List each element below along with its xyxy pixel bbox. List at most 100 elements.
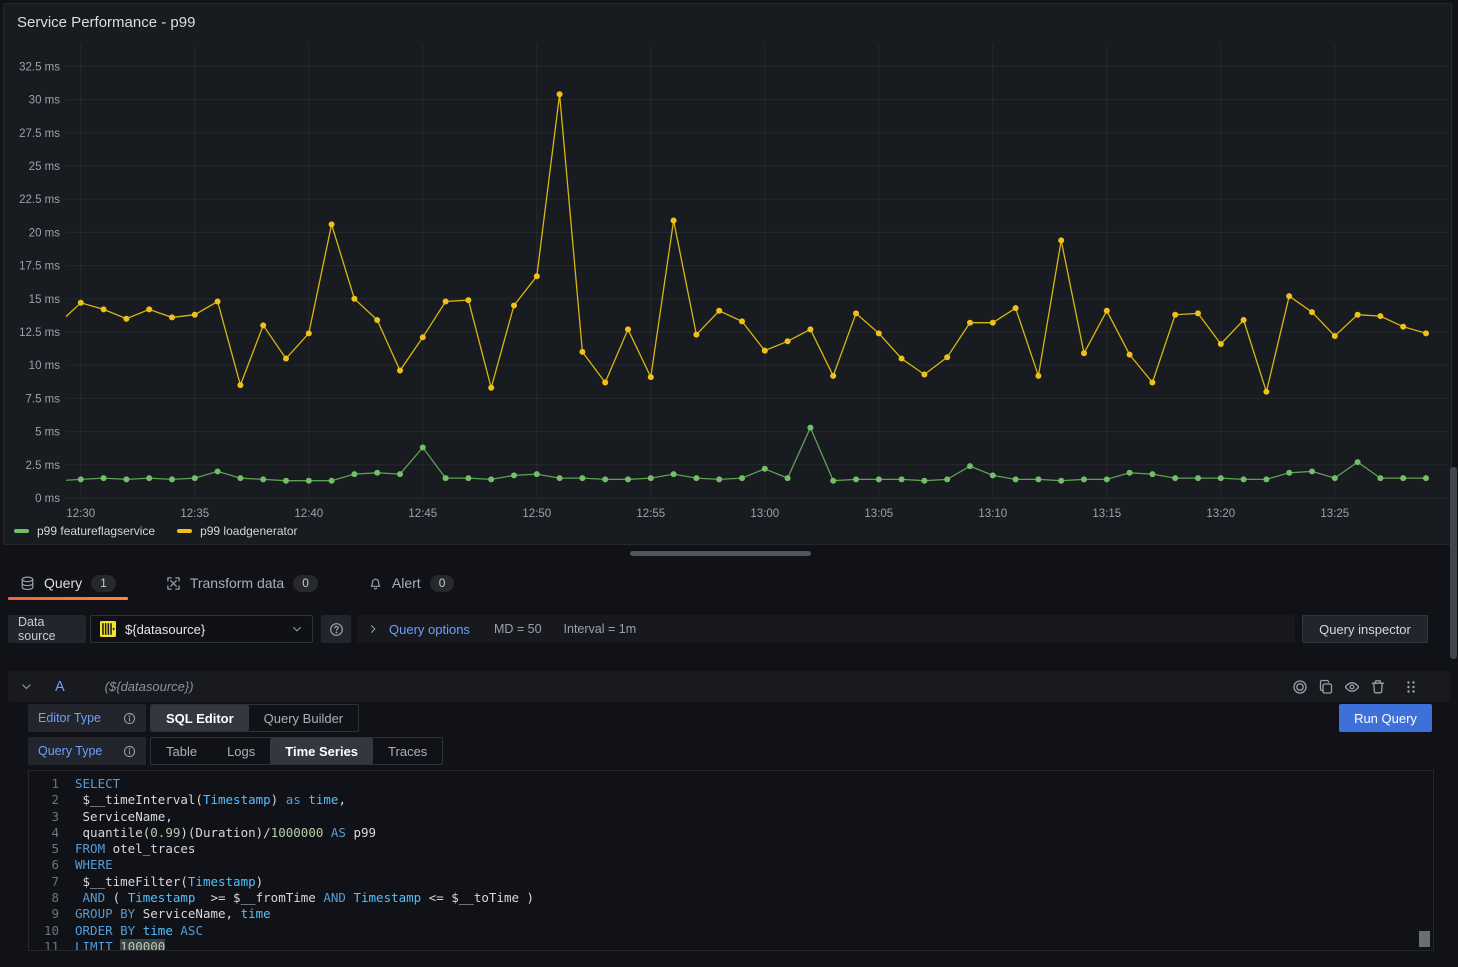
editor-type-sql-editor[interactable]: SQL Editor <box>151 705 249 731</box>
query-options-link[interactable]: Query options <box>389 622 470 637</box>
code-token: Timestamp <box>203 792 271 808</box>
info-circle-icon[interactable] <box>123 745 136 758</box>
code-token: SELECT <box>75 776 120 792</box>
editor-type-label: Editor Type <box>28 704 146 732</box>
hide-query-eye-icon[interactable] <box>1344 679 1360 695</box>
code-token: ) <box>256 874 264 890</box>
code-token: 100000 <box>120 939 165 951</box>
sql-code-editor[interactable]: 1SELECT2 $__timeInterval(Timestamp) as t… <box>28 770 1434 951</box>
line-number: 7 <box>29 874 75 890</box>
code-line: 9GROUP BY ServiceName, time <box>29 906 1433 922</box>
bell-icon <box>368 576 383 591</box>
svg-text:7.5 ms: 7.5 ms <box>25 393 60 405</box>
svg-text:27.5 ms: 27.5 ms <box>19 128 60 140</box>
code-line: 10ORDER BY time ASC <box>29 923 1433 939</box>
drag-handle-icon[interactable] <box>1404 679 1420 695</box>
code-token: )(Duration)/ <box>180 825 270 841</box>
tab-transform-count: 0 <box>293 575 318 592</box>
collapse-chevron-icon[interactable] <box>20 680 33 693</box>
svg-text:10 ms: 10 ms <box>29 360 61 372</box>
svg-text:13:15: 13:15 <box>1092 508 1121 520</box>
code-line: 8 AND ( Timestamp >= $__fromTime AND Tim… <box>29 890 1433 906</box>
legend-item[interactable]: p99 loadgenerator <box>177 524 297 538</box>
delete-query-trash-icon[interactable] <box>1370 679 1386 695</box>
query-datasource-subtitle: (${datasource}) <box>105 679 194 694</box>
svg-text:25 ms: 25 ms <box>29 161 61 173</box>
query-options-interval: Interval = 1m <box>564 622 637 636</box>
disable-query-icon[interactable] <box>1292 679 1308 695</box>
query-type-table[interactable]: Table <box>151 738 212 764</box>
info-circle-icon[interactable] <box>123 712 136 725</box>
svg-text:12:55: 12:55 <box>636 508 665 520</box>
line-number: 11 <box>29 939 75 951</box>
page-scrollbar-thumb[interactable] <box>1450 467 1457 659</box>
code-token: WHERE <box>75 857 113 873</box>
svg-text:13:25: 13:25 <box>1320 508 1349 520</box>
editor-tabs: Query 1 Transform data 0 Alert 0 <box>8 566 466 600</box>
svg-text:32.5 ms: 32.5 ms <box>19 61 60 73</box>
code-line: 11LIMIT 100000 <box>29 939 1433 951</box>
horizontal-scrollbar-thumb[interactable] <box>630 551 811 556</box>
tab-query[interactable]: Query 1 <box>8 566 128 600</box>
editor-type-query-builder[interactable]: Query Builder <box>249 705 358 731</box>
code-token: , <box>338 792 346 808</box>
line-number: 6 <box>29 857 75 873</box>
code-token: ) <box>271 792 286 808</box>
query-row-header[interactable]: A (${datasource}) <box>8 671 1450 702</box>
code-token: 1000000 <box>271 825 324 841</box>
code-token <box>323 825 331 841</box>
code-token: ServiceName, <box>135 906 240 922</box>
line-number: 5 <box>29 841 75 857</box>
code-line: 3 ServiceName, <box>29 809 1433 825</box>
code-token: ServiceName, <box>75 809 173 825</box>
run-query-button[interactable]: Run Query <box>1339 704 1432 732</box>
code-line: 6WHERE <box>29 857 1433 873</box>
datasource-help-button[interactable] <box>321 615 351 643</box>
datasource-label: Data source <box>8 615 86 643</box>
transform-icon <box>166 576 181 591</box>
code-token: time <box>308 792 338 808</box>
code-token: AND <box>323 890 346 906</box>
datasource-select[interactable]: ${datasource} <box>90 615 313 643</box>
code-token: FROM <box>75 841 105 857</box>
code-line: 7 $__timeFilter(Timestamp) <box>29 874 1433 890</box>
tab-alert[interactable]: Alert 0 <box>356 566 466 600</box>
svg-text:12:35: 12:35 <box>180 508 209 520</box>
svg-text:12:45: 12:45 <box>408 508 437 520</box>
code-line: 5FROM otel_traces <box>29 841 1433 857</box>
code-line: 2 $__timeInterval(Timestamp) as time, <box>29 792 1433 808</box>
timeseries-chart[interactable]: 0 ms2.5 ms5 ms7.5 ms10 ms12.5 ms15 ms17.… <box>0 0 1458 545</box>
question-circle-icon <box>329 622 344 637</box>
database-icon <box>20 576 35 591</box>
query-type-label: Query Type <box>28 737 146 765</box>
code-token: >= $__fromTime <box>195 890 323 906</box>
editor-scrollbar-thumb[interactable] <box>1419 931 1430 947</box>
svg-text:30 ms: 30 ms <box>29 95 61 107</box>
query-inspector-button[interactable]: Query inspector <box>1302 615 1428 643</box>
tab-alert-count: 0 <box>430 575 455 592</box>
query-type-traces[interactable]: Traces <box>373 738 442 764</box>
editor-type-switcher: SQL Editor Query Builder <box>150 704 359 732</box>
svg-text:5 ms: 5 ms <box>35 427 60 439</box>
tab-transform-data[interactable]: Transform data 0 <box>154 566 330 600</box>
legend-series-color <box>177 529 192 533</box>
legend-item[interactable]: p99 featureflagservice <box>14 524 155 538</box>
svg-text:12.5 ms: 12.5 ms <box>19 327 60 339</box>
query-type-time-series[interactable]: Time Series <box>270 738 373 764</box>
code-token: time <box>241 906 271 922</box>
duplicate-query-icon[interactable] <box>1318 679 1334 695</box>
code-token <box>173 923 181 939</box>
line-number: 2 <box>29 792 75 808</box>
code-token: p99 <box>346 825 376 841</box>
svg-text:12:40: 12:40 <box>294 508 323 520</box>
query-type-logs[interactable]: Logs <box>212 738 270 764</box>
query-options-toggle[interactable]: Query options MD = 50 Interval = 1m <box>357 615 1295 643</box>
svg-text:13:05: 13:05 <box>864 508 893 520</box>
svg-text:20 ms: 20 ms <box>29 227 61 239</box>
svg-text:12:30: 12:30 <box>66 508 95 520</box>
svg-text:13:00: 13:00 <box>750 508 779 520</box>
svg-text:0 ms: 0 ms <box>35 493 60 505</box>
tab-transform-label: Transform data <box>190 575 284 591</box>
code-token: GROUP BY <box>75 906 135 922</box>
code-lines: 1SELECT2 $__timeInterval(Timestamp) as t… <box>29 776 1433 951</box>
